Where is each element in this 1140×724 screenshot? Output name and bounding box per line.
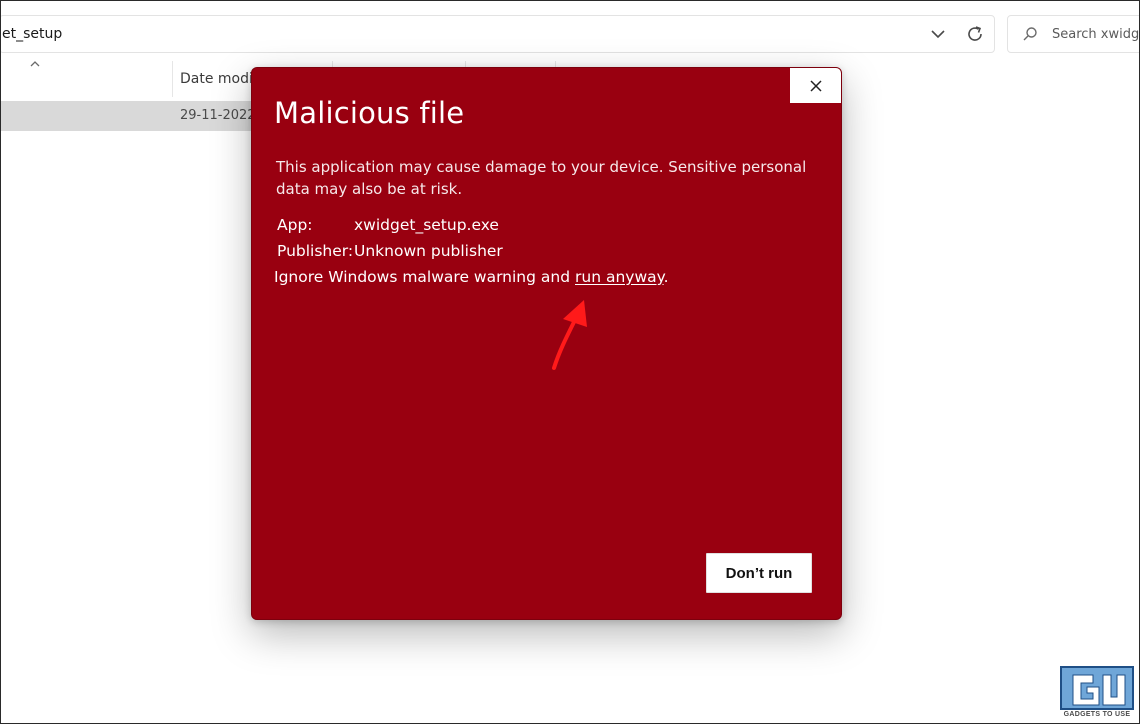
gadgets-to-use-logo-icon [1060, 666, 1134, 710]
run-anyway-link[interactable]: run anyway [575, 268, 664, 286]
publisher-label: Publisher: [277, 242, 354, 260]
address-bar[interactable]: et_setup [1, 15, 995, 53]
dont-run-button[interactable]: Don’t run [706, 553, 812, 593]
gadgets-to-use-logo: GADGETS TO USE [1059, 665, 1135, 721]
refresh-icon[interactable] [964, 23, 986, 45]
annotation-arrow-icon [552, 300, 587, 370]
screenshot-frame: et_setup Search xwidget Date modifi 29-1… [0, 0, 1140, 724]
app-info-row: App: xwidget_setup.exe [277, 216, 499, 234]
search-box[interactable]: Search xwidget [1007, 15, 1140, 53]
search-placeholder: Search xwidget [1052, 27, 1140, 42]
publisher-value: Unknown publisher [354, 242, 503, 260]
ignore-warning-suffix: . [663, 268, 669, 286]
ignore-warning-text: Ignore Windows malware warning and run a… [274, 268, 669, 286]
app-value: xwidget_setup.exe [354, 216, 499, 234]
malicious-file-dialog: Malicious file This application may caus… [251, 67, 842, 620]
watermark-text: GADGETS TO USE [1063, 711, 1131, 718]
publisher-info-row: Publisher:Unknown publisher [277, 242, 503, 260]
column-date-modified[interactable]: Date modifi [180, 71, 262, 87]
chevron-down-icon[interactable] [928, 24, 948, 44]
search-icon [1023, 27, 1037, 41]
app-label: App: [277, 216, 313, 234]
close-icon [809, 79, 822, 92]
sort-ascending-icon[interactable] [29, 59, 41, 69]
close-button[interactable] [790, 68, 841, 103]
dialog-title: Malicious file [274, 96, 465, 130]
file-date: 29-11-2022 [180, 108, 256, 123]
dialog-description: This application may cause damage to you… [276, 158, 807, 198]
address-path: et_setup [2, 26, 63, 42]
ignore-warning-prefix: Ignore Windows malware warning and [274, 268, 575, 286]
column-separator[interactable] [172, 61, 173, 97]
